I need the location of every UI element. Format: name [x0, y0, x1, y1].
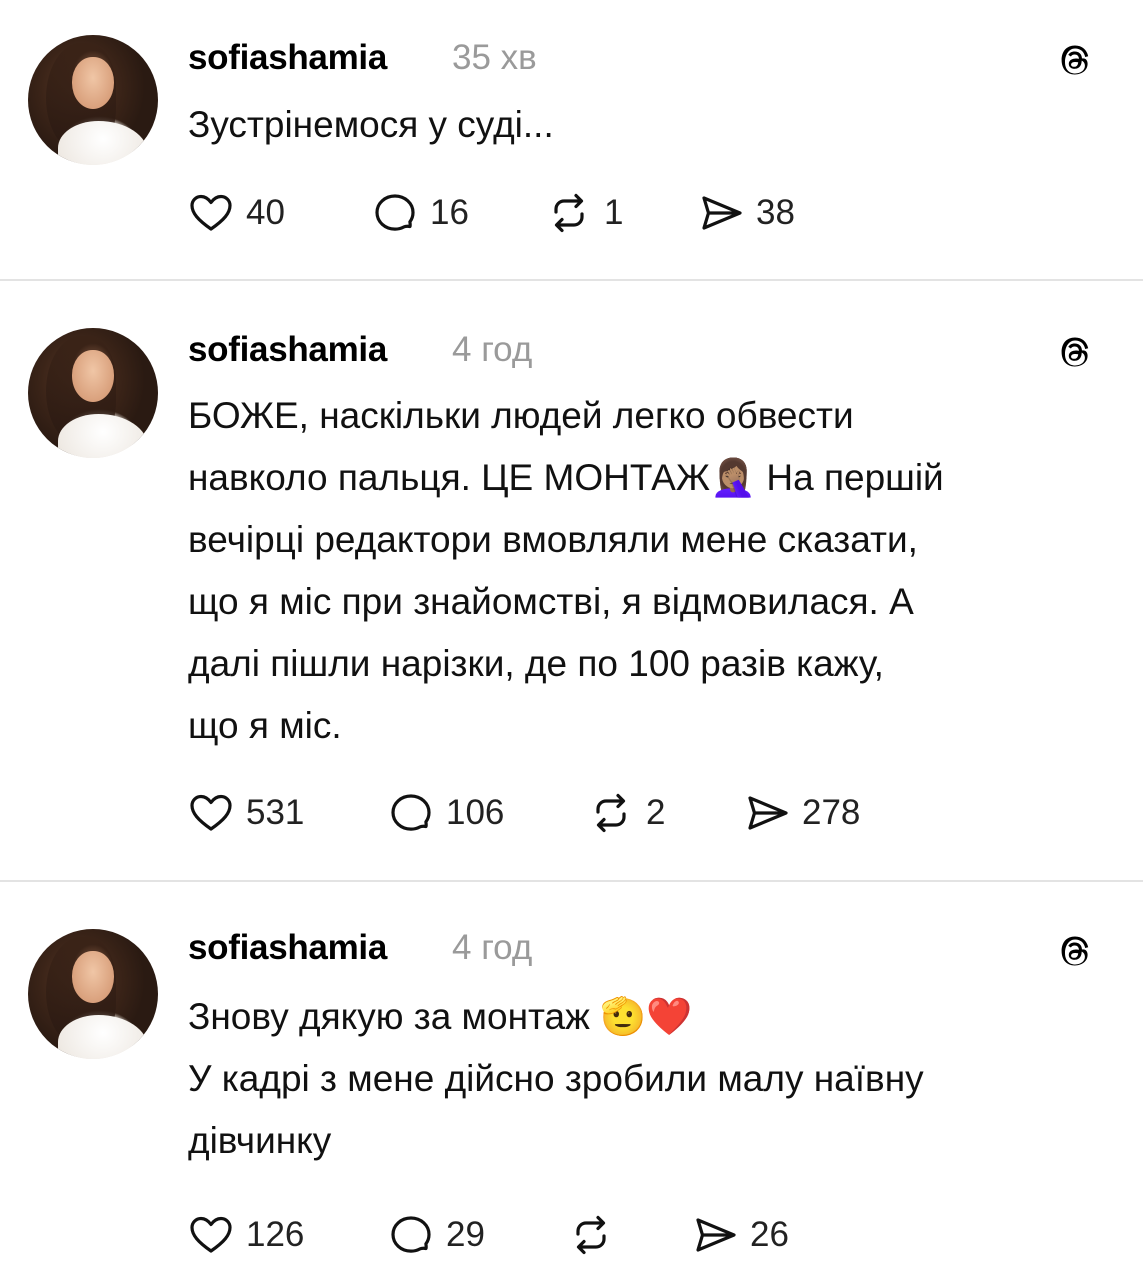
reply-button[interactable]: 29 [388, 1210, 485, 1260]
post-text: БОЖЕ, наскільки людей легко обвести навк… [188, 395, 944, 746]
threads-feed: sofiashamia 35 хв Зустрінемося у суді...… [0, 0, 1143, 1280]
username[interactable]: sofiashamia [188, 330, 387, 370]
share-count: 278 [802, 793, 861, 832]
post-time: 35 хв [452, 38, 537, 77]
reply-button[interactable]: 106 [388, 788, 504, 838]
send-icon [748, 796, 788, 830]
send-icon [702, 196, 742, 230]
heart-icon [190, 794, 232, 831]
avatar[interactable] [28, 929, 158, 1059]
like-count: 531 [246, 793, 305, 832]
repost-button[interactable]: 1 [546, 188, 623, 238]
post-text: Зустрінемося у суді... [188, 104, 554, 145]
like-count: 126 [246, 1215, 305, 1254]
avatar[interactable] [28, 35, 158, 165]
post[interactable]: sofiashamia 35 хв Зустрінемося у суді...… [0, 0, 1143, 280]
send-icon [696, 1218, 736, 1252]
share-count: 26 [750, 1215, 789, 1254]
share-button[interactable]: 278 [744, 788, 860, 838]
repost-icon [596, 793, 626, 833]
avatar-face [72, 951, 114, 1003]
speech-bubble-icon [391, 1216, 431, 1253]
heart-icon [190, 1216, 232, 1253]
username[interactable]: sofiashamia [188, 38, 387, 78]
post-time: 4 год [452, 928, 533, 967]
heart-icon [190, 194, 232, 231]
reply-count: 16 [430, 193, 469, 232]
avatar-dress [58, 121, 148, 165]
avatar-dress [58, 414, 148, 458]
like-button[interactable]: 126 [188, 1210, 304, 1260]
repost-count: 2 [646, 793, 666, 832]
like-button[interactable]: 40 [188, 188, 285, 238]
avatar[interactable] [28, 328, 158, 458]
threads-icon[interactable] [1052, 929, 1096, 973]
avatar-dress [58, 1015, 148, 1059]
repost-icon [576, 1215, 606, 1255]
post[interactable]: sofiashamia 4 год БОЖЕ, наскільки людей … [0, 281, 1143, 881]
like-count: 40 [246, 193, 285, 232]
repost-button[interactable]: 2 [588, 788, 665, 838]
speech-bubble-icon [391, 794, 431, 831]
repost-count: 1 [604, 193, 624, 232]
share-button[interactable]: 38 [698, 188, 795, 238]
share-count: 38 [756, 193, 795, 232]
post-time: 4 год [452, 330, 533, 369]
reply-button[interactable]: 16 [372, 188, 469, 238]
threads-icon[interactable] [1052, 330, 1096, 374]
repost-button[interactable] [568, 1210, 626, 1260]
share-button[interactable]: 26 [692, 1210, 789, 1260]
like-button[interactable]: 531 [188, 788, 304, 838]
username[interactable]: sofiashamia [188, 928, 387, 968]
repost-icon [554, 193, 584, 233]
reply-count: 29 [446, 1215, 485, 1254]
post[interactable]: sofiashamia 4 год Знову дякую за монтаж … [0, 882, 1143, 1280]
avatar-face [72, 350, 114, 402]
speech-bubble-icon [375, 194, 415, 231]
reply-count: 106 [446, 793, 505, 832]
threads-icon[interactable] [1052, 38, 1096, 82]
post-text: Знову дякую за монтаж 🫡❤️ У кадрі з мене… [188, 996, 924, 1161]
avatar-face [72, 57, 114, 109]
